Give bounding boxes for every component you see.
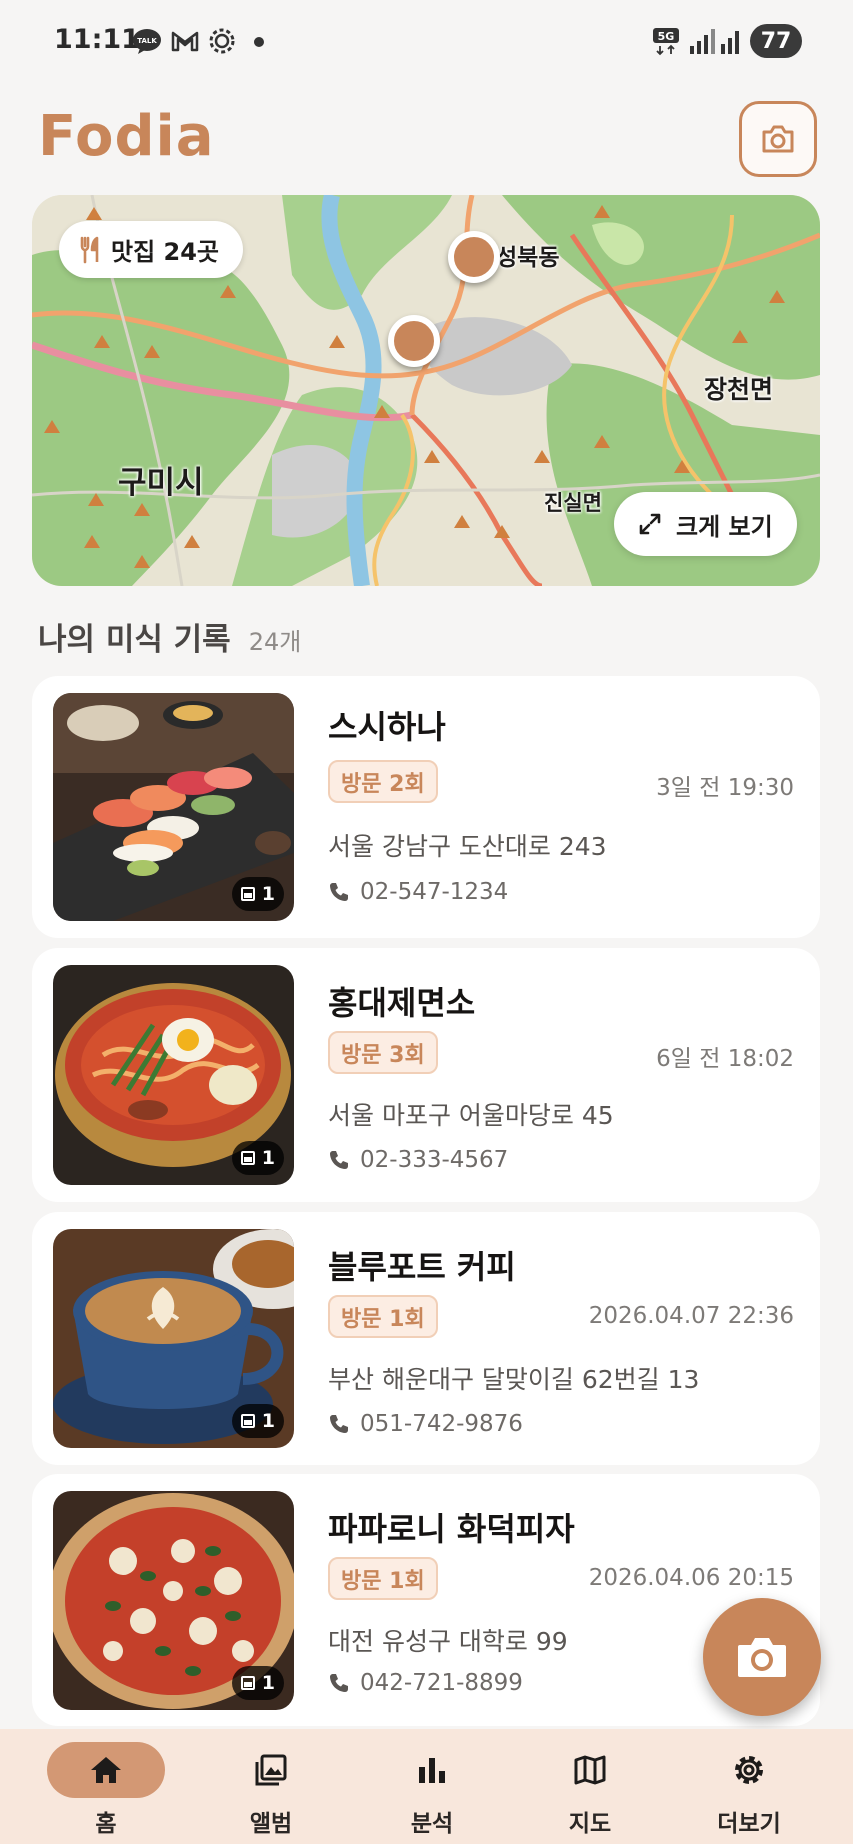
restaurant-count-label: 맛집 24곳 bbox=[111, 238, 219, 266]
map-label-jinsil: 진실면 bbox=[544, 491, 602, 515]
visit-count-badge: 방문 2회 bbox=[328, 760, 438, 803]
restaurant-address: 서울 마포구 어울마당로 45 bbox=[328, 1101, 614, 1130]
section-title: 나의 미식 기록 bbox=[38, 622, 231, 658]
status-bar: 11:11 TALK 5G 77 bbox=[0, 0, 853, 84]
map-label-gumi: 구미시 bbox=[118, 465, 204, 501]
visit-count-badge: 방문 1회 bbox=[328, 1295, 438, 1338]
restaurant-count-pill: 맛집 24곳 bbox=[59, 221, 243, 278]
gear-icon bbox=[735, 1756, 763, 1784]
battery-indicator: 77 bbox=[750, 24, 802, 58]
restaurant-name: 블루포트 커피 bbox=[328, 1248, 516, 1286]
restaurant-phone[interactable]: 051-742-9876 bbox=[328, 1411, 523, 1437]
map-pin[interactable] bbox=[448, 231, 500, 283]
nav-label: 더보기 bbox=[717, 1811, 781, 1837]
svg-text:5G: 5G bbox=[658, 30, 675, 43]
restaurant-phone[interactable]: 02-333-4567 bbox=[328, 1147, 508, 1173]
phone-icon bbox=[330, 883, 348, 901]
visit-time: 2026.04.07 22:36 bbox=[588, 1303, 794, 1329]
photo-count-badge: 1 bbox=[231, 1404, 284, 1438]
svg-text:TALK: TALK bbox=[137, 37, 157, 45]
app-title: Fodia bbox=[38, 104, 215, 169]
record-card[interactable]: 1 홍대제면소 방문 3회 6일 전 18:02 서울 마포구 어울마당로 45… bbox=[32, 948, 820, 1202]
nav-active-indicator bbox=[47, 1742, 165, 1798]
map-label-seongbuk: 성북동 bbox=[496, 245, 560, 271]
nav-label: 홈 bbox=[95, 1811, 117, 1837]
restaurant-address: 대전 유성구 대학로 99 bbox=[328, 1627, 568, 1656]
photo-count-badge: 1 bbox=[231, 877, 284, 911]
phone-icon bbox=[330, 1151, 348, 1169]
nav-label: 앨범 bbox=[249, 1811, 293, 1837]
nav-more[interactable]: 더보기 bbox=[674, 1729, 824, 1844]
photo-count-badge: 1 bbox=[231, 1141, 284, 1175]
map-label-jangcheon: 장천면 bbox=[704, 375, 774, 404]
food-photo: 1 bbox=[53, 1229, 294, 1448]
camera-icon bbox=[762, 125, 794, 153]
camera-button[interactable] bbox=[739, 101, 817, 177]
expand-map-label: 크게 보기 bbox=[676, 512, 773, 541]
restaurant-address: 부산 해운대구 달맞이길 62번길 13 bbox=[328, 1365, 700, 1394]
dot-icon bbox=[254, 37, 264, 47]
visit-time: 2026.04.06 20:15 bbox=[588, 1565, 794, 1591]
restaurant-address: 서울 강남구 도산대로 243 bbox=[328, 832, 607, 861]
nav-label: 분석 bbox=[410, 1811, 454, 1837]
signal-icon bbox=[721, 31, 739, 54]
bottom-nav: 홈 앨범 분석 지도 더보기 bbox=[0, 1729, 853, 1844]
restaurant-name: 홍대제면소 bbox=[328, 984, 476, 1022]
photo-icon bbox=[240, 1414, 255, 1428]
restaurant-name: 파파로니 화덕피자 bbox=[328, 1510, 575, 1548]
add-photo-fab[interactable] bbox=[703, 1598, 821, 1716]
fork-knife-icon bbox=[80, 236, 99, 263]
restaurant-phone[interactable]: 042-721-8899 bbox=[328, 1670, 523, 1696]
restaurant-phone[interactable]: 02-547-1234 bbox=[328, 879, 508, 905]
restaurant-name: 스시하나 bbox=[328, 708, 446, 746]
nav-home[interactable]: 홈 bbox=[31, 1729, 181, 1844]
record-card[interactable]: 1 블루포트 커피 방문 1회 2026.04.07 22:36 부산 해운대구… bbox=[32, 1212, 820, 1465]
map-pin[interactable] bbox=[388, 315, 440, 367]
visit-time: 6일 전 18:02 bbox=[656, 1046, 794, 1072]
album-icon bbox=[255, 1754, 287, 1786]
visit-count-badge: 방문 3회 bbox=[328, 1031, 438, 1074]
home-icon bbox=[91, 1757, 121, 1783]
photo-icon bbox=[240, 887, 255, 901]
nav-album[interactable]: 앨범 bbox=[196, 1729, 346, 1844]
visit-time: 3일 전 19:30 bbox=[656, 775, 794, 801]
phone-icon bbox=[330, 1415, 348, 1433]
food-photo: 1 bbox=[53, 965, 294, 1185]
section-header: 나의 미식 기록 24개 bbox=[38, 614, 301, 659]
nav-label: 지도 bbox=[568, 1811, 612, 1837]
phone-icon bbox=[330, 1674, 348, 1692]
nav-analysis[interactable]: 분석 bbox=[357, 1729, 507, 1844]
camera-icon bbox=[738, 1638, 786, 1677]
food-photo: 1 bbox=[53, 693, 294, 921]
signal-icon bbox=[690, 29, 715, 54]
photo-count-badge: 1 bbox=[231, 1666, 284, 1700]
expand-icon bbox=[639, 513, 661, 535]
record-card[interactable]: 1 스시하나 방문 2회 3일 전 19:30 서울 강남구 도산대로 243 … bbox=[32, 676, 820, 938]
settings-icon bbox=[209, 28, 235, 54]
5g-icon: 5G bbox=[653, 28, 679, 56]
nav-map[interactable]: 지도 bbox=[515, 1729, 665, 1844]
status-time: 11:11 bbox=[54, 24, 140, 55]
section-count: 24개 bbox=[248, 628, 302, 656]
photo-icon bbox=[240, 1676, 255, 1690]
kakaotalk-icon: TALK bbox=[133, 29, 161, 54]
photo-icon bbox=[240, 1151, 255, 1165]
map-icon bbox=[574, 1755, 606, 1785]
record-card[interactable]: 1 파파로니 화덕피자 방문 1회 2026.04.06 20:15 대전 유성… bbox=[32, 1474, 820, 1726]
visit-count-badge: 방문 1회 bbox=[328, 1557, 438, 1600]
food-photo: 1 bbox=[53, 1491, 294, 1710]
chart-icon bbox=[419, 1758, 445, 1783]
expand-map-button[interactable]: 크게 보기 bbox=[614, 492, 797, 556]
gmail-icon bbox=[171, 31, 199, 52]
